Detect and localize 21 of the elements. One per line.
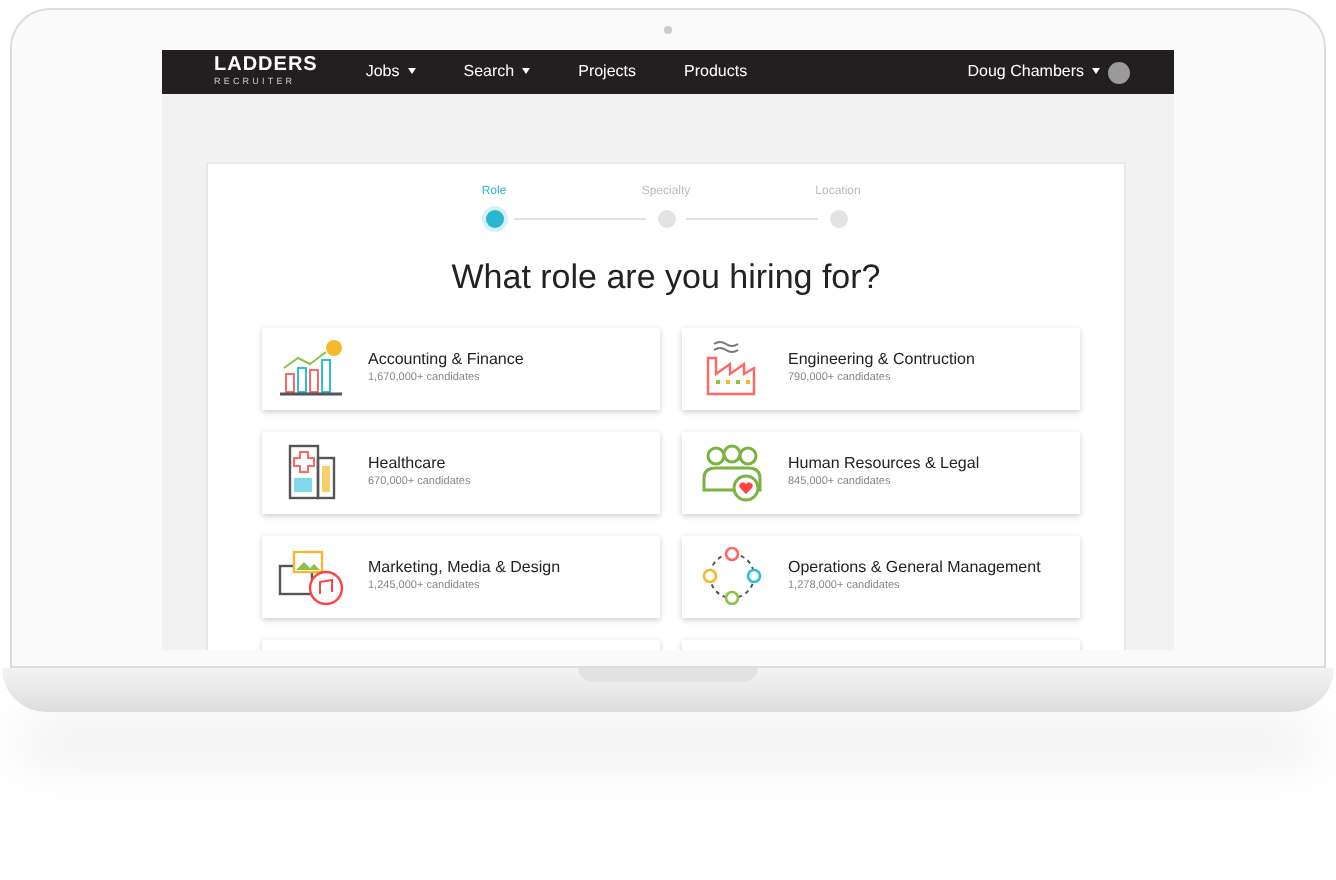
bar-chart-icon	[278, 338, 346, 398]
nav-link[interactable]: Search	[463, 60, 531, 84]
role-title: Accounting & Finance	[368, 348, 524, 370]
step-dot[interactable]	[829, 210, 847, 228]
role-title: Operations & General Management	[788, 556, 1041, 578]
page-heading: What role are you hiring for?	[449, 256, 883, 300]
nav-link[interactable]: Projects	[578, 60, 637, 84]
role-title: Human Resources & Legal	[788, 452, 980, 474]
avatar-icon	[1108, 61, 1130, 83]
user-menu[interactable]: Doug Chambers	[967, 60, 1100, 84]
role-title: Engineering & Contruction	[788, 348, 975, 370]
logo-title: LADDERS	[214, 56, 318, 76]
nav-link[interactable]: Jobs	[365, 60, 416, 84]
step-dot[interactable]	[485, 210, 503, 228]
team-network-icon	[698, 546, 766, 606]
role-title: Marketing, Media & Design	[368, 556, 561, 578]
step-dot[interactable]	[657, 210, 675, 228]
nav-link[interactable]: Products	[684, 60, 748, 84]
role-title: Healthcare	[368, 452, 448, 474]
people-icon	[698, 442, 766, 502]
film-music-icon	[278, 546, 346, 606]
